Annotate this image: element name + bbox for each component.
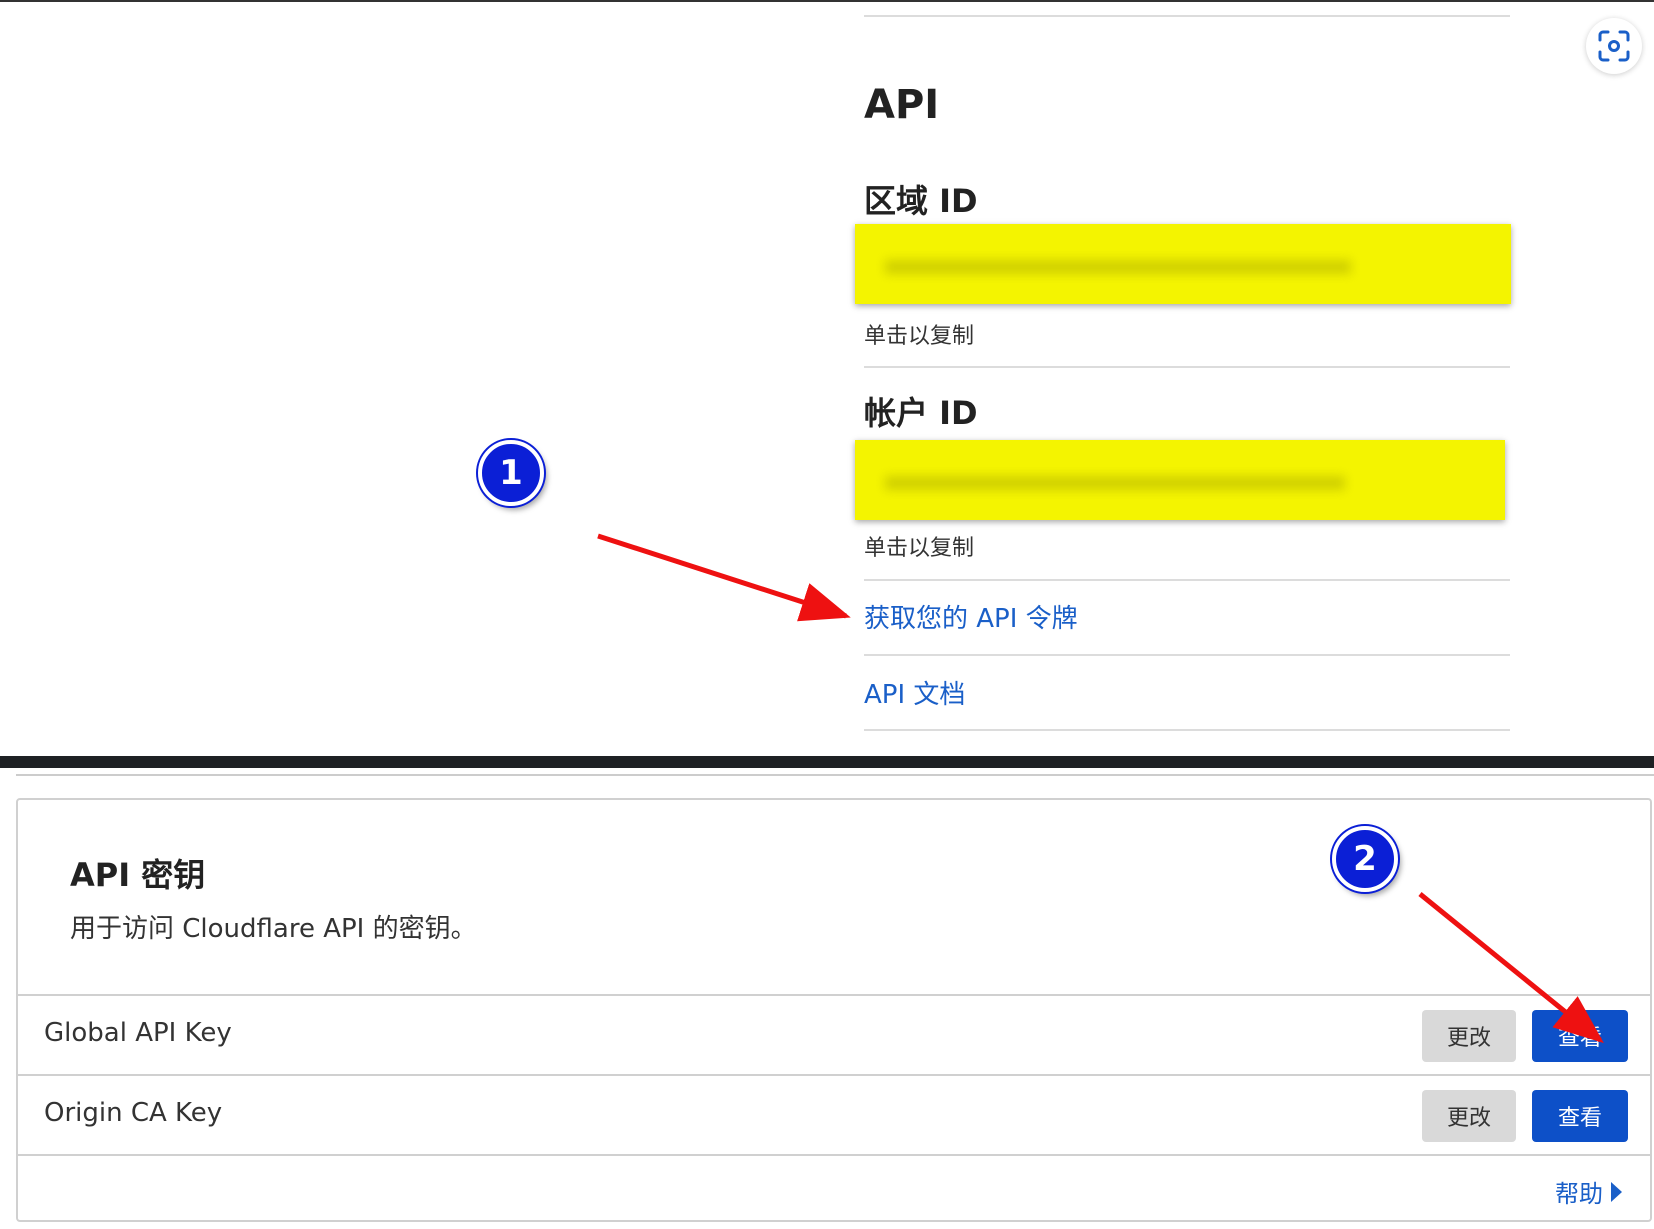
- annotation-arrows: [597, 533, 1604, 1044]
- arrow-to-view-button: [1418, 892, 1604, 1044]
- arrow-to-get-token: [597, 533, 851, 622]
